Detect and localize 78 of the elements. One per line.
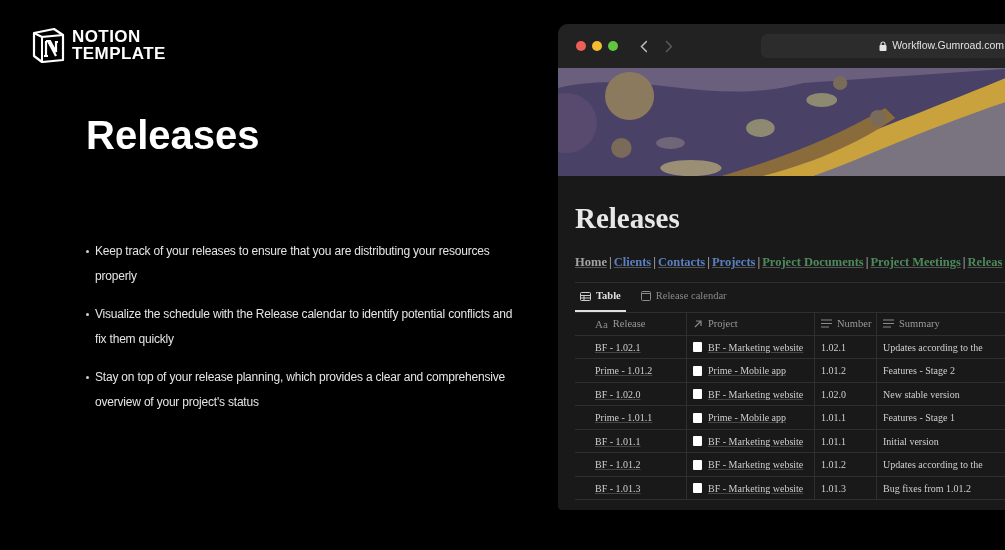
headline: Releases bbox=[86, 115, 261, 155]
nav-separator: | bbox=[608, 254, 612, 271]
minimize-icon[interactable] bbox=[591, 41, 602, 51]
table-cell-text: Features - Stage 2 bbox=[883, 364, 955, 378]
table-cell-text: 1.01.1 bbox=[821, 434, 846, 449]
table-cell[interactable]: BF - Marketing website bbox=[708, 339, 804, 355]
nav-link[interactable]: Projects bbox=[711, 253, 756, 272]
maximize-icon[interactable] bbox=[607, 41, 618, 51]
back-icon[interactable] bbox=[639, 39, 648, 53]
nav-link[interactable]: Project Documents bbox=[762, 253, 864, 272]
table-cell-text: 1.02.1 bbox=[821, 340, 846, 355]
table-cell[interactable]: BF - Marketing website bbox=[708, 433, 804, 449]
column-header: Project bbox=[708, 316, 738, 331]
lock-icon bbox=[879, 41, 888, 51]
nav-link[interactable]: Contacts bbox=[657, 253, 706, 272]
nav-separator: | bbox=[962, 254, 966, 271]
table-cell[interactable]: BF - 1.01.2 bbox=[595, 457, 641, 472]
table-cell-text: 1.01.3 bbox=[821, 481, 846, 496]
calendar-icon bbox=[640, 291, 651, 302]
table-cell[interactable]: BF - 1.02.1 bbox=[595, 339, 641, 355]
nav-separator: | bbox=[653, 254, 656, 271]
nav-link[interactable]: Project Meetings bbox=[870, 253, 961, 272]
page-icon bbox=[693, 436, 702, 446]
nav-separator: | bbox=[865, 254, 869, 271]
bullet-text: Visualize the schedule with the Release calendar to identify potential conflicts and fix them quickly bbox=[95, 306, 514, 348]
table-cell[interactable]: BF - Marketing website bbox=[708, 386, 804, 402]
brand-text: TEMPLATE bbox=[72, 45, 166, 62]
page-icon bbox=[693, 389, 702, 399]
table-cell-text: Initial version bbox=[883, 434, 939, 449]
logo-icon bbox=[30, 27, 66, 63]
column-type-icon: Aa bbox=[595, 315, 608, 332]
nav-link[interactable]: Releas bbox=[967, 253, 1003, 272]
table-cell[interactable]: BF - 1.01.1 bbox=[595, 433, 641, 449]
table-cell[interactable]: Prime - 1.01.1 bbox=[595, 410, 653, 425]
table-cell-text: 1.01.2 bbox=[821, 458, 846, 472]
bullet-icon bbox=[86, 250, 89, 253]
table-cell[interactable]: BF - Marketing website bbox=[708, 457, 804, 472]
table-icon bbox=[580, 291, 591, 301]
nav-link[interactable]: Home bbox=[575, 253, 607, 272]
table-cell-text: 1.02.0 bbox=[821, 387, 846, 402]
table-cell-text: New stable version bbox=[883, 387, 960, 402]
column-header: Number bbox=[837, 316, 872, 331]
nav-separator: | bbox=[757, 254, 761, 271]
table-cell-text: Updates according to the bbox=[883, 458, 983, 472]
url-text: Workflow.Gumroad.com bbox=[892, 38, 1004, 54]
nav-separator: | bbox=[707, 254, 710, 271]
page-title: Releases bbox=[575, 204, 681, 233]
arrow-icon bbox=[693, 318, 703, 329]
table-cell-text: Features - Stage 1 bbox=[883, 411, 955, 425]
bullet-text: Keep track of your releases to ensure that you are distributing your resources properly bbox=[95, 243, 491, 285]
table-cell-text: Updates according to the bbox=[883, 340, 983, 355]
bullet-text: Stay on top of your release planning, which provides a clear and comprehensive overview of your project's status bbox=[95, 369, 506, 411]
table-cell-text: Bug fixes from 1.01.2 bbox=[883, 481, 972, 496]
page-icon bbox=[693, 365, 702, 376]
page-icon bbox=[693, 412, 702, 423]
column-header: Release bbox=[612, 316, 646, 331]
page-icon bbox=[693, 459, 702, 470]
view-tab[interactable]: Release calendar bbox=[635, 282, 732, 312]
lines-icon bbox=[883, 319, 894, 329]
table-cell[interactable]: BF - 1.01.3 bbox=[595, 480, 641, 496]
table-cell[interactable]: BF - 1.02.0 bbox=[595, 386, 641, 402]
table-cell[interactable]: Prime - Mobile app bbox=[708, 410, 787, 425]
table-cell-text: 1.01.1 bbox=[821, 411, 846, 425]
column-header: Summary bbox=[899, 316, 940, 331]
view-tab[interactable]: Table bbox=[575, 282, 626, 312]
address-bar[interactable]: Workflow.Gumroad.com bbox=[761, 34, 1005, 58]
close-icon[interactable] bbox=[576, 41, 586, 51]
bullet-icon bbox=[86, 376, 89, 379]
table-cell-text: 1.01.2 bbox=[821, 364, 846, 378]
brand-text: NOTION bbox=[72, 28, 142, 45]
table-cell[interactable]: Prime - 1.01.2 bbox=[595, 363, 653, 378]
page-icon bbox=[693, 342, 702, 352]
lines-icon bbox=[821, 319, 832, 329]
table-cell[interactable]: Prime - Mobile app bbox=[708, 363, 787, 378]
bullet-icon bbox=[86, 313, 89, 316]
nav-link[interactable]: Clients bbox=[613, 253, 652, 272]
table-cell[interactable]: BF - Marketing website bbox=[708, 480, 804, 496]
page-icon bbox=[693, 483, 702, 493]
